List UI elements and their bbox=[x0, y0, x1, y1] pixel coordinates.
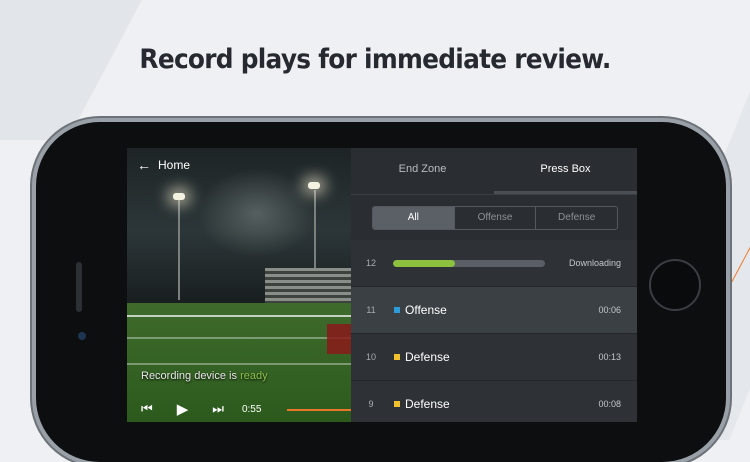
download-progress-bar bbox=[393, 259, 545, 267]
play-label: Offense bbox=[405, 303, 447, 317]
yard-line bbox=[127, 337, 351, 339]
home-back-button[interactable]: ← Home bbox=[137, 158, 190, 172]
filter-defense[interactable]: Defense bbox=[535, 207, 617, 229]
phone-side-button bbox=[76, 262, 82, 312]
filter-segment: All Offense Defense bbox=[372, 206, 618, 230]
play-row-11[interactable]: 11 Offense 00:06 bbox=[351, 287, 637, 334]
play-number: 11 bbox=[366, 305, 376, 315]
phone-camera bbox=[78, 332, 86, 340]
playback-controls: ⏮ ▶ ⏭ 0:55 bbox=[127, 396, 351, 422]
play-icon[interactable]: ▶ bbox=[177, 400, 189, 418]
stadium-light bbox=[173, 193, 185, 200]
scrubber[interactable] bbox=[287, 409, 351, 411]
stadium-light bbox=[308, 182, 320, 189]
recording-ready: ready bbox=[240, 370, 268, 382]
yard-line bbox=[127, 315, 351, 317]
play-list: 12 Downloading 11 Offense 00:06 10 Defen… bbox=[351, 240, 637, 422]
recording-prefix: Recording device is bbox=[141, 370, 241, 382]
play-row-10[interactable]: 10 Defense 00:13 bbox=[351, 334, 637, 381]
play-number: 9 bbox=[368, 399, 374, 409]
plays-panel: End Zone Press Box All Offense Defense 1… bbox=[351, 148, 637, 422]
offense-color-marker bbox=[394, 307, 400, 313]
filter-all[interactable]: All bbox=[373, 207, 454, 229]
tab-press-box[interactable]: Press Box bbox=[494, 148, 637, 194]
app-screen: ← Home Recording device is ready ⏮ ▶ ⏭ 0… bbox=[127, 148, 637, 422]
filter-offense[interactable]: Offense bbox=[453, 207, 536, 229]
recording-status: Recording device is ready bbox=[141, 370, 268, 382]
play-number: 12 bbox=[365, 258, 376, 268]
back-arrow-icon: ← bbox=[137, 157, 151, 173]
yard-line bbox=[127, 363, 351, 365]
endzone-logo bbox=[327, 324, 351, 354]
play-status: Downloading bbox=[568, 258, 621, 268]
headline: Record plays for immediate review. bbox=[139, 44, 611, 75]
light-pole bbox=[178, 200, 180, 300]
phone-home-button bbox=[649, 259, 701, 311]
download-progress-fill bbox=[393, 259, 456, 267]
play-row-9[interactable]: 9 Defense 00:08 bbox=[351, 381, 637, 422]
play-duration: 00:13 bbox=[598, 352, 621, 362]
camera-tabs: End Zone Press Box bbox=[351, 148, 637, 195]
stadium-stands bbox=[265, 268, 351, 304]
skip-forward-icon[interactable]: ⏭ bbox=[212, 401, 224, 417]
home-label: Home bbox=[158, 158, 191, 172]
play-duration: 00:06 bbox=[598, 305, 621, 315]
play-duration: 00:08 bbox=[598, 399, 621, 409]
play-number: 10 bbox=[365, 352, 376, 362]
video-scene bbox=[197, 168, 317, 258]
skip-back-icon[interactable]: ⏮ bbox=[141, 401, 153, 417]
play-row-12[interactable]: 12 Downloading bbox=[351, 240, 637, 287]
play-label: Defense bbox=[405, 350, 450, 364]
defense-color-marker bbox=[394, 401, 400, 407]
video-player[interactable]: ← Home Recording device is ready ⏮ ▶ ⏭ 0… bbox=[127, 148, 351, 422]
defense-color-marker bbox=[394, 354, 400, 360]
tab-end-zone[interactable]: End Zone bbox=[351, 148, 494, 194]
play-label: Defense bbox=[405, 397, 450, 411]
playback-time: 0:55 bbox=[241, 403, 262, 415]
